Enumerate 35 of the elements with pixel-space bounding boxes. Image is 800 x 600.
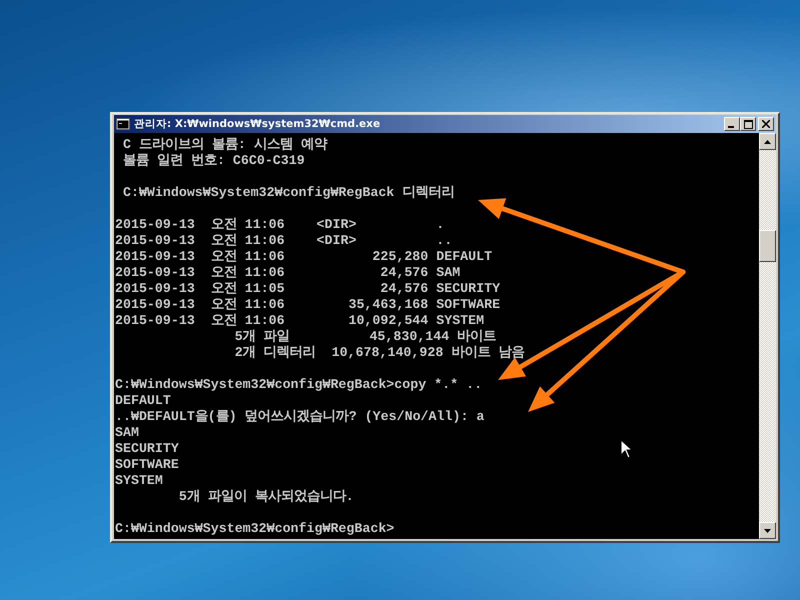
console-line: C:₩Windows₩System32₩config₩RegBack 디렉터리 bbox=[122, 184, 454, 201]
console-line: 2015-09-13 오전 11:06 <DIR> .. bbox=[115, 233, 452, 249]
up-arrow-icon bbox=[764, 140, 771, 144]
console-line: 볼륨 일련 번호: C6C0-C319 bbox=[122, 153, 305, 169]
close-icon bbox=[762, 120, 770, 128]
console-line: C:₩Windows₩System32₩config₩RegBack>copy *.* .. bbox=[115, 376, 482, 393]
console-line: C 드라이브의 볼륨: 시스템 예약 bbox=[122, 137, 327, 153]
minimize-button[interactable] bbox=[724, 117, 740, 131]
console-icon bbox=[116, 118, 130, 130]
console-line: 2015-09-13 오전 11:06 10,092,544 SYSTEM bbox=[115, 313, 484, 329]
console-line: SYSTEM bbox=[115, 473, 163, 489]
console-line: SAM bbox=[115, 425, 139, 441]
maximize-button[interactable] bbox=[740, 117, 756, 131]
console-line: ..₩DEFAULT을(를) 덮어쓰시겠습니까? (Yes/No/All): a bbox=[115, 409, 484, 425]
console-line: 2015-09-13 오전 11:06 24,576 SAM bbox=[115, 265, 460, 281]
scrollbar[interactable] bbox=[759, 133, 776, 539]
scroll-up-button[interactable] bbox=[759, 133, 776, 150]
close-button[interactable] bbox=[758, 117, 774, 131]
console-line: 5개 파일 45,830,144 바이트 bbox=[234, 329, 496, 345]
console-line: 2015-09-13 오전 11:06 225,280 DEFAULT bbox=[115, 249, 492, 265]
console-line: 2015-09-13 오전 11:05 24,576 SECURITY bbox=[115, 281, 500, 297]
console-line: 5개 파일이 복사되었습니다. bbox=[178, 489, 354, 505]
window-title: 관리자: X:₩windows₩system32₩cmd.exe bbox=[134, 117, 382, 131]
console-line: SECURITY bbox=[115, 441, 179, 457]
console-line: SOFTWARE bbox=[115, 457, 179, 473]
console-line: 2015-09-13 오전 11:06 35,463,168 SOFTWARE bbox=[115, 297, 500, 313]
scroll-thumb[interactable] bbox=[759, 230, 776, 262]
console-line: 2개 디렉터리 10,678,140,928 바이트 남음 bbox=[234, 345, 524, 361]
console-line: DEFAULT bbox=[115, 393, 171, 409]
scroll-down-button[interactable] bbox=[759, 522, 776, 539]
mouse-pointer-icon bbox=[620, 438, 634, 459]
console-line: C:₩Windows₩System32₩config₩RegBack> bbox=[115, 520, 394, 537]
console-line: 2015-09-13 오전 11:06 <DIR> . bbox=[115, 216, 444, 233]
down-arrow-icon bbox=[764, 528, 771, 532]
maximize-icon bbox=[744, 120, 752, 128]
